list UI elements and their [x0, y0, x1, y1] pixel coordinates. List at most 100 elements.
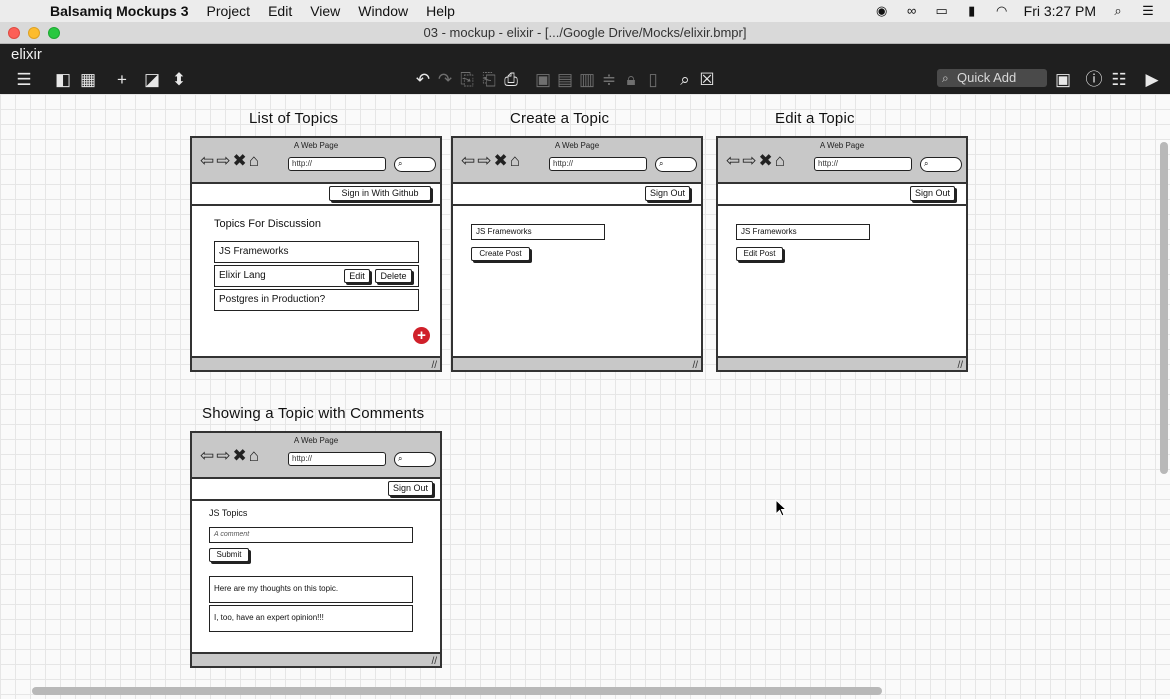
header-bar: Sign Out: [718, 184, 966, 206]
sign-in-button[interactable]: Sign in With Github: [329, 186, 431, 201]
edit-button[interactable]: Edit: [344, 269, 370, 283]
battery-icon[interactable]: ▮: [964, 3, 980, 19]
quick-add-placeholder: Quick Add: [957, 70, 1017, 85]
browser-chrome: A Web Page ⇦⇨✖⌂ http:// ⌕: [718, 138, 966, 184]
undo-icon[interactable]: ↶: [414, 70, 432, 90]
menu-project[interactable]: Project: [207, 3, 251, 19]
browser-chrome: A Web Page ⇦⇨✖⌂ http:// ⌕: [192, 433, 440, 479]
redo-icon[interactable]: ↷: [436, 70, 454, 90]
browser-footer: //: [192, 356, 440, 371]
url-field[interactable]: http://: [288, 157, 386, 171]
menu-help[interactable]: Help: [426, 3, 455, 19]
group-icon[interactable]: ▣: [534, 70, 552, 90]
find-icon[interactable]: ⌕: [676, 70, 694, 90]
mockup-title-edit: Edit a Topic: [775, 110, 855, 127]
topic-title-input[interactable]: JS Frameworks: [471, 224, 605, 240]
window-title-bar: 03 - mockup - elixir - [.../Google Drive…: [0, 22, 1170, 44]
topic-label: JS Topics: [209, 508, 248, 518]
header-bar: Sign in With Github: [192, 184, 440, 206]
project-name: elixir: [11, 46, 42, 63]
resize-grip-icon: //: [431, 656, 437, 667]
browser-footer: //: [192, 652, 440, 667]
menu-edit[interactable]: Edit: [268, 3, 292, 19]
record-icon[interactable]: ◉: [874, 3, 890, 19]
topic-item[interactable]: JS Frameworks: [214, 241, 419, 263]
app-menu[interactable]: Balsamiq Mockups 3: [50, 3, 189, 19]
paste-icon[interactable]: ⎙: [502, 70, 520, 90]
resize-grip-icon: //: [692, 360, 698, 371]
mockup-list-of-topics[interactable]: A Web Page ⇦⇨✖⌂ http:// ⌕ Sign in With G…: [190, 136, 442, 372]
quick-add-input[interactable]: ⌕ Quick Add: [937, 69, 1047, 87]
clock[interactable]: Fri 3:27 PM: [1024, 3, 1096, 19]
spotlight-search-icon[interactable]: ⌕: [1110, 3, 1126, 19]
mouse-cursor-icon: [775, 499, 787, 517]
airplay-icon[interactable]: ▭: [934, 3, 950, 19]
ui-library-icon[interactable]: ▣: [1053, 70, 1073, 90]
mockup-title-show: Showing a Topic with Comments: [202, 405, 425, 422]
comment-item: Here are my thoughts on this topic.: [209, 576, 413, 603]
ungroup-icon[interactable]: ▤: [556, 70, 574, 90]
topics-heading: Topics For Discussion: [214, 218, 321, 230]
url-field[interactable]: http://: [549, 157, 647, 171]
mockup-show-topic[interactable]: A Web Page ⇦⇨✖⌂ http:// ⌕ Sign Out JS To…: [190, 431, 442, 668]
search-icon: ⌕: [942, 71, 949, 85]
glasses-icon[interactable]: ∞: [904, 3, 920, 19]
topic-title-input[interactable]: JS Frameworks: [736, 224, 870, 240]
browser-chrome: A Web Page ⇦⇨✖⌂ http:// ⌕: [453, 138, 701, 184]
add-topic-button[interactable]: +: [413, 327, 430, 344]
search-field[interactable]: ⌕: [920, 157, 962, 172]
sign-out-button[interactable]: Sign Out: [645, 186, 690, 201]
align-icon[interactable]: ▥: [578, 70, 596, 90]
browser-nav-icons: ⇦⇨✖⌂: [200, 446, 262, 465]
properties-icon[interactable]: ☷: [1109, 70, 1129, 90]
wifi-icon[interactable]: ◠: [994, 3, 1010, 19]
mockup-title-list: List of Topics: [249, 110, 339, 127]
grid-view-icon[interactable]: ▦: [79, 70, 97, 90]
sign-out-button[interactable]: Sign Out: [910, 186, 955, 201]
toggle-sidebar-icon[interactable]: ◧: [54, 70, 72, 90]
menu-window[interactable]: Window: [358, 3, 408, 19]
copy-doc-icon[interactable]: ⎘: [458, 70, 476, 90]
presentation-icon[interactable]: ▶: [1142, 70, 1162, 90]
page-title: A Web Page: [819, 141, 865, 150]
search-field[interactable]: ⌕: [655, 157, 697, 172]
mockup-title-create: Create a Topic: [510, 110, 610, 127]
header-bar: Sign Out: [192, 479, 440, 501]
browser-chrome: A Web Page ⇦⇨✖⌂ http:// ⌕: [192, 138, 440, 184]
url-field[interactable]: http://: [288, 452, 386, 466]
mockup-create-topic[interactable]: A Web Page ⇦⇨✖⌂ http:// ⌕ Sign Out JS Fr…: [451, 136, 703, 372]
browser-footer: //: [453, 356, 701, 371]
page-title: A Web Page: [293, 436, 339, 445]
distribute-icon[interactable]: ≑: [600, 70, 618, 90]
browser-nav-icons: ⇦⇨✖⌂: [461, 151, 523, 170]
url-field[interactable]: http://: [814, 157, 912, 171]
trash-icon[interactable]: ▯: [644, 70, 662, 90]
comment-input[interactable]: A comment: [209, 527, 413, 543]
search-field[interactable]: ⌕: [394, 452, 436, 467]
hamburger-menu-icon[interactable]: ☰: [10, 70, 38, 90]
mockup-edit-topic[interactable]: A Web Page ⇦⇨✖⌂ http:// ⌕ Sign Out JS Fr…: [716, 136, 968, 372]
window-title: 03 - mockup - elixir - [.../Google Drive…: [423, 25, 747, 40]
page-title: A Web Page: [554, 141, 600, 150]
menu-bar: Balsamiq Mockups 3 Project Edit View Win…: [0, 0, 1170, 22]
create-post-button[interactable]: Create Post: [471, 247, 530, 261]
page-title: A Web Page: [293, 141, 339, 150]
delete-button[interactable]: Delete: [375, 269, 412, 283]
duplicate-icon[interactable]: ⎗: [480, 70, 498, 90]
copy-icon[interactable]: ◪: [140, 70, 164, 90]
search-field[interactable]: ⌕: [394, 157, 436, 172]
horizontal-scrollbar[interactable]: [32, 687, 882, 695]
reorder-icon[interactable]: ⬍: [170, 70, 188, 90]
header-bar: Sign Out: [453, 184, 701, 206]
submit-comment-button[interactable]: Submit: [209, 548, 249, 562]
menu-view[interactable]: View: [310, 3, 340, 19]
edit-post-button[interactable]: Edit Post: [736, 247, 783, 261]
topic-item[interactable]: Postgres in Production?: [214, 289, 419, 311]
notification-list-icon[interactable]: ☰: [1140, 3, 1156, 19]
info-icon[interactable]: ⓘ: [1084, 70, 1104, 90]
add-icon[interactable]: +: [112, 70, 132, 90]
vertical-scrollbar[interactable]: [1160, 142, 1168, 474]
sign-out-button[interactable]: Sign Out: [388, 481, 433, 496]
lock-icon[interactable]: 🔒︎: [622, 70, 640, 90]
clear-icon[interactable]: ☒: [698, 70, 716, 90]
